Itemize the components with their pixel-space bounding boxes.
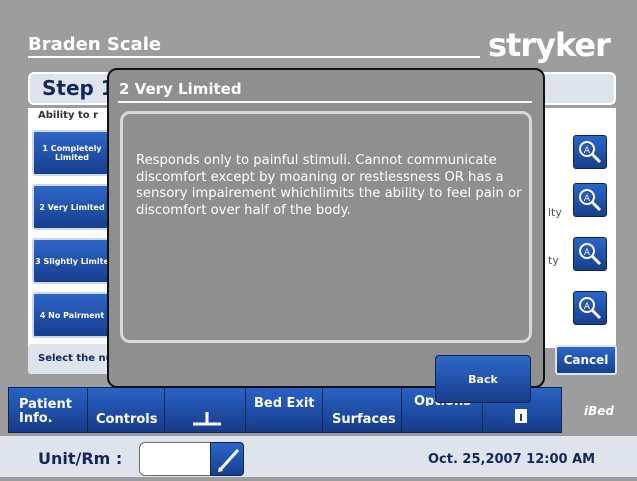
option-3-description-fragment: ty <box>548 254 559 267</box>
option-button-3[interactable]: 3 Slightly Limite <box>32 238 112 284</box>
magnify-icon: A <box>579 243 602 266</box>
svg-text:A: A <box>584 146 591 156</box>
cancel-button[interactable]: Cancel <box>555 345 617 375</box>
scale-icon <box>193 412 221 426</box>
svg-text:A: A <box>584 248 591 258</box>
nav-controls-label: Controls <box>96 412 158 427</box>
selection-hint-text: Select the nu <box>38 353 113 364</box>
nav-controls[interactable]: Controls <box>87 387 165 433</box>
step-label: Step 1 <box>42 76 115 100</box>
nav-surfaces-label: Surfaces <box>332 412 396 427</box>
unit-room-label: Unit/Rm : <box>38 449 123 468</box>
magnify-button-3[interactable]: A <box>573 237 607 271</box>
modal-description-text: Responds only to painful stimuli. Cannot… <box>136 153 522 218</box>
nav-bed-exit[interactable]: Bed Exit <box>245 387 323 433</box>
magnify-button-2[interactable]: A <box>573 183 607 217</box>
panel-subheader: Ability to r <box>38 110 99 121</box>
modal-title-divider <box>118 101 532 103</box>
modal-description-box <box>120 111 532 343</box>
unit-room-field[interactable] <box>139 442 211 476</box>
option-button-1[interactable]: 1 Completely Limited <box>32 130 112 176</box>
svg-text:A: A <box>584 194 591 204</box>
nav-scale[interactable] <box>164 387 246 433</box>
magnify-icon: A <box>579 189 602 212</box>
svg-text:A: A <box>584 302 591 312</box>
pencil-icon <box>218 448 240 472</box>
nav-surfaces[interactable]: Surfaces <box>322 387 402 433</box>
nav-patient-info-label: Patient Info. <box>19 397 72 426</box>
ibed-logo: iBed <box>584 404 614 418</box>
option-button-2[interactable]: 2 Very Limited <box>32 184 112 230</box>
back-button[interactable]: Back <box>435 355 531 403</box>
magnify-button-1[interactable]: A <box>573 135 607 169</box>
magnify-icon: A <box>579 141 602 164</box>
date-time: Oct. 25,2007 12:00 AM <box>428 452 596 467</box>
option-2-description-fragment: ity <box>548 206 562 219</box>
magnify-icon: A <box>579 297 602 320</box>
modal-title: 2 Very Limited <box>119 80 242 98</box>
magnify-button-4[interactable]: A <box>573 291 607 325</box>
nav-patient-info[interactable]: Patient Info. <box>8 387 88 433</box>
option-button-4[interactable]: 4 No Pairment <box>32 292 112 338</box>
info-icon <box>515 409 527 423</box>
brand-logo: stryker <box>488 26 611 64</box>
page-title: Braden Scale <box>28 34 162 55</box>
nav-bed-exit-label: Bed Exit <box>254 396 315 408</box>
header-divider <box>28 56 480 58</box>
edit-unit-button[interactable] <box>210 442 244 476</box>
